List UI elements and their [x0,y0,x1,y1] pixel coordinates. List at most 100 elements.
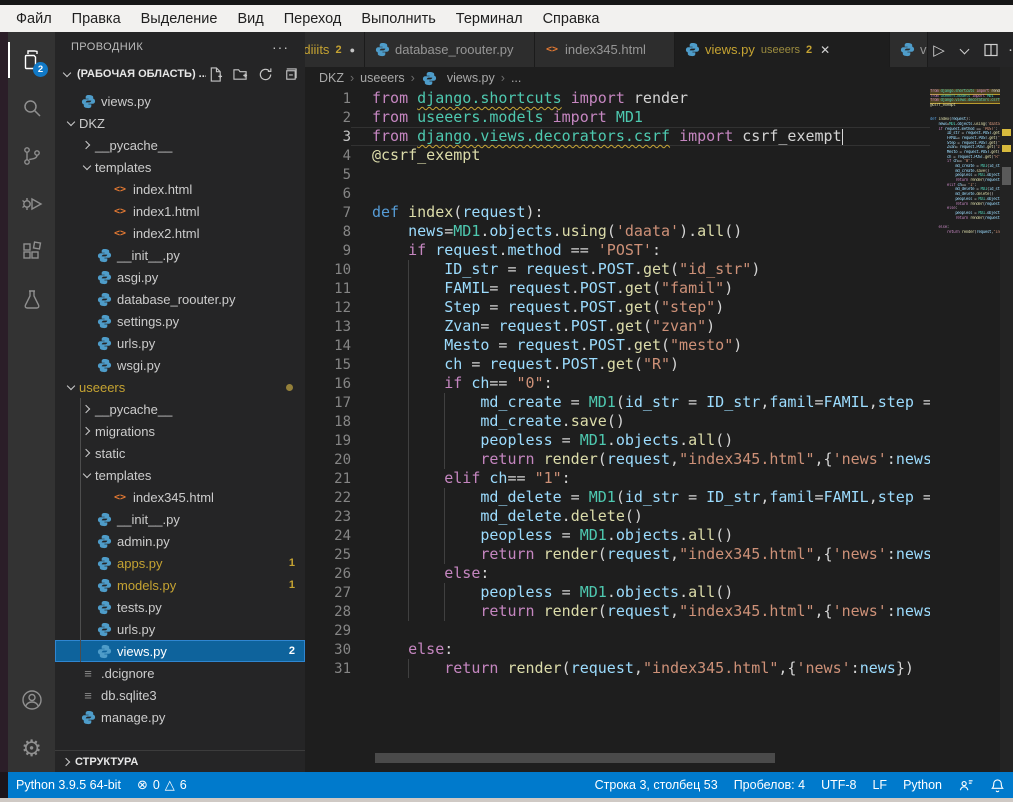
code-token [372,583,480,601]
menu-item-Справка[interactable]: Справка [533,9,610,29]
tree-file-wsgi.py[interactable]: wsgi.py [55,354,305,376]
tab-database_roouter.py[interactable]: database_roouter.py [365,32,535,67]
tree-file-.dcignore[interactable]: ≡.dcignore [55,662,305,684]
breadcrumb-item-views.py[interactable]: views.py [421,71,495,86]
new-folder-button[interactable] [231,65,249,83]
tree-file-admin.py[interactable]: admin.py [55,530,305,552]
menu-item-Файл[interactable]: Файл [6,9,62,29]
line-number: 25 [305,547,351,563]
activity-accounts-button[interactable] [8,676,55,724]
run-python-file-button[interactable]: ▷ [928,39,950,61]
cursor-position-status[interactable]: Строка 3, столбец 53 [587,772,726,798]
language-mode-status[interactable]: Python [895,772,950,798]
menu-item-Переход[interactable]: Переход [274,9,352,29]
activity-settings-button[interactable]: ⚙ [8,724,55,772]
menu-item-Правка[interactable]: Правка [62,9,131,29]
notifications-button[interactable] [982,772,1013,798]
code-token: . [607,317,616,335]
eol-status[interactable]: LF [864,772,895,798]
code-editor[interactable]: 1from django.shortcuts import render2fro… [305,89,1013,772]
more-actions-button[interactable]: ··· [1006,39,1013,61]
tree-folder-templates[interactable]: templates [55,464,305,486]
tree-file-asgi.py[interactable]: asgi.py [55,266,305,288]
editor-scrollbar[interactable] [1000,67,1013,772]
code-line: 5 [305,165,1013,184]
menu-item-Вид[interactable]: Вид [227,9,273,29]
tree-folder-DKZ[interactable]: DKZ [55,112,305,134]
tree-folder-templates[interactable]: templates [55,156,305,178]
problems-status[interactable]: ⊗ 0 △ 6 [129,772,195,798]
tree-file-index1.html[interactable]: <>index1.html [55,200,305,222]
encoding-status[interactable]: UTF-8 [813,772,864,798]
sidebar-more-actions-button[interactable]: ··· [272,39,289,55]
tree-folder-__pycache__[interactable]: __pycache__ [55,398,305,420]
tree-folder-migrations[interactable]: migrations [55,420,305,442]
tree-file-index345.html[interactable]: <>index345.html [55,486,305,508]
tree-file-urls.py[interactable]: urls.py [55,332,305,354]
tree-file-settings.py[interactable]: settings.py [55,310,305,332]
activity-extensions-button[interactable] [8,228,55,276]
horizontal-scrollbar-thumb[interactable] [375,753,775,763]
tree-file-__init__.py[interactable]: __init__.py [55,508,305,530]
activity-testing-button[interactable] [8,276,55,324]
menu-item-Терминал[interactable]: Терминал [446,9,533,29]
breadcrumb-item-...[interactable]: ... [511,71,521,85]
activity-source-control-button[interactable] [8,132,55,180]
tab-index345.html[interactable]: <>index345.html [535,32,675,67]
tree-file-apps.py[interactable]: apps.py1 [55,552,305,574]
collapse-folders-button[interactable] [281,65,299,83]
code-token: ID_str [444,260,498,278]
indentation-status[interactable]: Пробелов: 4 [726,772,813,798]
close-icon[interactable]: ✕ [820,43,830,57]
refresh-explorer-button[interactable] [256,65,274,83]
indent-guide [444,602,445,621]
tree-file-views.py[interactable]: views.py [55,90,305,112]
code-token: = [553,431,580,449]
tree-file-database_roouter.py[interactable]: database_roouter.py [55,288,305,310]
python-icon [900,42,915,57]
minimap-token: POST [979,136,987,140]
outline-label: СТРУКТУРА [75,756,138,768]
minimap[interactable]: from django.shortcuts import renderfrom … [930,89,1000,772]
tree-file-__init__.py[interactable]: __init__.py [55,244,305,266]
new-file-button[interactable] [206,65,224,83]
minimap-token: django.shortcuts [941,89,975,93]
breadcrumb-item-DKZ[interactable]: DKZ [319,71,344,85]
line-number: 9 [305,243,351,259]
activity-run-and-debug-button[interactable] [8,180,55,228]
tree-file-manage.py[interactable]: manage.py [55,706,305,728]
code-token: () [715,583,733,601]
tree-folder-__pycache__[interactable]: __pycache__ [55,134,305,156]
feedback-button[interactable] [950,772,982,798]
tree-item-label: .dcignore [101,666,154,681]
tree-file-models.py[interactable]: models.py1 [55,574,305,596]
indent-guide [408,526,409,545]
tab-diiits[interactable]: diiits2● [305,32,365,67]
outline-section-header[interactable]: СТРУКТУРА [55,750,305,772]
tree-file-index.html[interactable]: <>index.html [55,178,305,200]
tab-vie[interactable]: vie [890,32,928,67]
tree-file-db.sqlite3[interactable]: ≡db.sqlite3 [55,684,305,706]
minimap-token: django.views.decorators.csrf [941,98,1000,102]
tab-views.py[interactable]: views.pyuseeers2✕ [675,32,890,67]
minimap-token: : [955,206,957,210]
tree-folder-useeers[interactable]: useeers [55,376,305,398]
activity-search-button[interactable] [8,84,55,132]
code-token: request [607,450,670,468]
tree-file-index2.html[interactable]: <>index2.html [55,222,305,244]
workspace-section-header[interactable]: (РАБОЧАЯ ОБЛАСТЬ) ... [55,62,305,86]
python-icon [97,622,112,637]
tree-folder-static[interactable]: static [55,442,305,464]
tree-file-tests.py[interactable]: tests.py [55,596,305,618]
split-editor-button[interactable] [980,39,1002,61]
gear-icon: ⚙ [21,737,42,760]
breadcrumb-item-useeers[interactable]: useeers [360,71,404,85]
python-version-status[interactable]: Python 3.9.5 64-bit [8,772,129,798]
tree-file-views.py[interactable]: views.py2 [55,640,305,662]
tree-file-urls.py[interactable]: urls.py [55,618,305,640]
run-dropdown-button[interactable] [954,39,976,61]
menu-item-Выполнить[interactable]: Выполнить [351,9,445,29]
menu-item-Выделение[interactable]: Выделение [131,9,228,29]
tree-item-label: templates [95,468,151,483]
activity-explorer-button[interactable]: 2 [8,36,55,84]
